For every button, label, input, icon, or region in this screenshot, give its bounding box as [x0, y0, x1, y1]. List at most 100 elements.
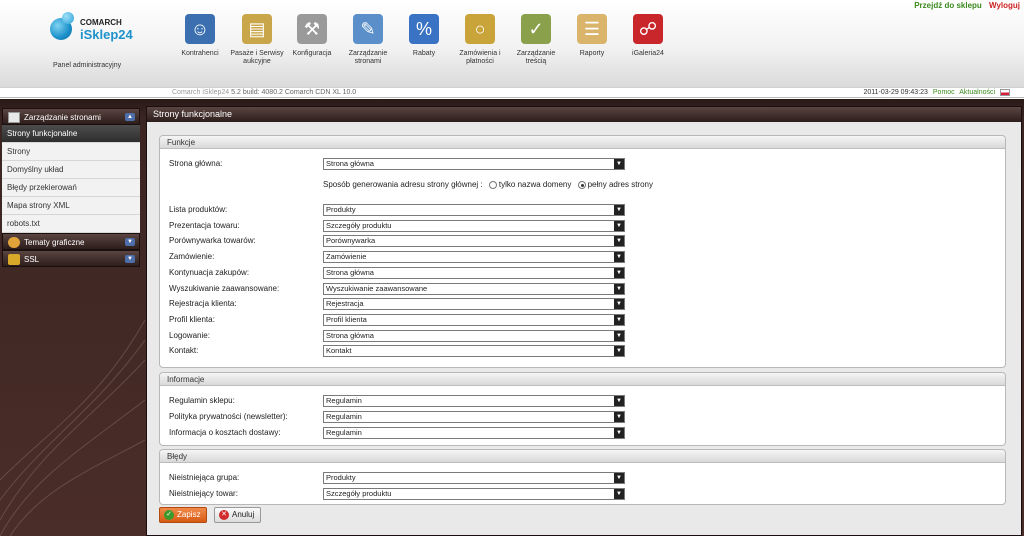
check-icon: ✓ [164, 510, 174, 520]
page-select[interactable]: Szczegóły produktu ▼ [323, 488, 625, 500]
chevron-down-icon: ▼ [614, 299, 624, 310]
sidebar-item-bledy-przekierowan[interactable]: Błędy przekierowań [2, 179, 140, 197]
price-tag-icon: % [409, 14, 439, 44]
home-page-select[interactable]: Strona główna ▼ [323, 158, 625, 170]
select-value: Regulamin [326, 428, 362, 437]
chevron-down-icon: ▼ [614, 346, 624, 357]
page-select[interactable]: Wyszukiwanie zaawansowane ▼ [323, 282, 625, 295]
field-label: Polityka prywatności (newsletter): [169, 412, 288, 421]
select-value: Kontakt [326, 346, 352, 356]
sidebar-item-strony[interactable]: Strony [2, 143, 140, 161]
page-select[interactable]: Rejestracja ▼ [323, 298, 625, 311]
nav-konfiguracja[interactable]: ⚒ Konfiguracja [282, 14, 342, 74]
chevron-down-icon: ▼ [614, 428, 624, 438]
sidebar-item-robots[interactable]: robots.txt [2, 215, 140, 233]
field-label: Regulamin sklepu: [169, 396, 235, 405]
nav-zamowienia[interactable]: ○ Zamówienia i płatności [450, 14, 510, 74]
wrench-icon: ⚒ [297, 14, 327, 44]
page-select[interactable]: Strona główna ▼ [323, 266, 625, 279]
logo-product: iSklep24 [80, 27, 133, 42]
radio-label: tylko nazwa domeny [498, 180, 572, 189]
clipboard-icon: ☰ [577, 14, 607, 44]
go-to-shop-link[interactable]: Przejdź do sklepu [914, 1, 982, 10]
nav-rabaty[interactable]: % Rabaty [394, 14, 454, 74]
logout-link[interactable]: Wyloguj [989, 1, 1020, 10]
logo[interactable]: COMARCH iSklep24 [50, 12, 140, 52]
page-select[interactable]: Profil klienta ▼ [323, 313, 625, 326]
select-value: Strona główna [326, 159, 374, 168]
url-mode-label: Sposób generowania adresu strony głównej… [323, 180, 483, 189]
cancel-button[interactable]: ✕ Anuluj [214, 507, 261, 523]
page-edit-icon: ✎ [353, 14, 383, 44]
nav-zarzadzanie-stronami[interactable]: ✎ Zarządzanie stronami [338, 14, 398, 74]
select-value: Produkty [326, 205, 356, 214]
page-select[interactable]: Porównywarka ▼ [323, 235, 625, 248]
main-panel: Strony funkcjonalne Funkcje Strona główn… [146, 106, 1022, 536]
coins-icon: ○ [465, 14, 495, 44]
page-select[interactable]: Regulamin ▼ [323, 395, 625, 407]
section-heading: Funkcje [160, 136, 1005, 149]
top-links: Przejdź do sklepu Wyloguj [914, 1, 1020, 10]
nav-label: Konfiguracja [292, 50, 332, 57]
page-select[interactable]: Kontakt ▼ [323, 345, 625, 358]
chevron-down-icon: ▼ [614, 412, 624, 422]
field-label: Logowanie: [169, 330, 210, 340]
nav-label: Zarządzanie stronami [348, 50, 388, 65]
nav-label: Rabaty [412, 50, 436, 57]
select-value: Regulamin [326, 412, 362, 421]
sidebar-item-mapa-strony[interactable]: Mapa strony XML [2, 197, 140, 215]
help-link[interactable]: Pomoc [933, 89, 955, 96]
page-select[interactable]: Strona główna ▼ [323, 329, 625, 342]
expand-icon[interactable]: ▼ [125, 255, 135, 263]
page-select[interactable]: Regulamin ▼ [323, 411, 625, 423]
nav-label: Zamówienia i płatności [459, 50, 501, 65]
language-flag-icon[interactable] [1000, 89, 1010, 96]
page-select[interactable]: Zamówienie ▼ [323, 251, 625, 264]
select-value: Rejestracja [326, 299, 364, 309]
field-label: Lista produktów: [169, 205, 228, 214]
expand-icon[interactable]: ▼ [125, 238, 135, 246]
page-edit-icon [8, 112, 20, 124]
logo-small-sphere-icon [62, 12, 74, 24]
select-value: Szczegóły produktu [326, 489, 392, 498]
radio-domain-only[interactable] [488, 180, 497, 189]
field-label: Informacja o kosztach dostawy: [169, 428, 281, 437]
nav-igaleria24[interactable]: ☍ iGaleria24 [618, 14, 678, 74]
sidebar: Zarządzanie stronami ▲ Strony funkcjonal… [2, 108, 140, 267]
select-value: Wyszukiwanie zaawansowane [326, 283, 428, 293]
sidebar-section-themes[interactable]: Tematy graficzne ▼ [2, 233, 140, 250]
folder-icon: ▤ [242, 14, 272, 44]
sidebar-section-pages[interactable]: Zarządzanie stronami ▲ [2, 108, 140, 125]
nav-label: Kontrahenci [181, 50, 219, 57]
lock-icon [8, 254, 20, 266]
chevron-down-icon: ▼ [614, 489, 624, 499]
close-icon: ✕ [219, 510, 229, 520]
nav-label: Zarządzanie treścią [516, 50, 556, 65]
sidebar-item-strony-funkcjonalne[interactable]: Strony funkcjonalne [2, 125, 140, 143]
select-value: Strona główna [326, 330, 374, 340]
page-select[interactable]: Szczegóły produktu ▼ [323, 219, 625, 232]
page-select[interactable]: Produkty ▼ [323, 472, 625, 484]
select-value: Porównywarka [326, 236, 376, 246]
nav-pasaze[interactable]: ▤ Pasaże i Serwisy aukcyjne [227, 14, 287, 74]
sidebar-section-ssl[interactable]: SSL ▼ [2, 250, 140, 267]
content-edit-icon: ✓ [521, 14, 551, 44]
chevron-down-icon: ▼ [614, 220, 624, 231]
top-header: Przejdź do sklepu Wyloguj COMARCH iSklep… [0, 0, 1024, 87]
version-info: Comarch iSklep24 5.2 build: 4080.2 Comar… [172, 89, 356, 96]
section-funkcje: Funkcje Strona główna: Strona główna ▼ S… [159, 135, 1006, 368]
section-bledy: Błędy Nieistniejąca grupa: Produkty ▼ Nieis… [159, 449, 1006, 505]
page-select[interactable]: Regulamin ▼ [323, 427, 625, 439]
nav-raporty[interactable]: ☰ Raporty [562, 14, 622, 74]
radio-full-address[interactable] [577, 180, 586, 189]
nav-kontrahenci[interactable]: ☺ Kontrahenci [170, 14, 230, 74]
save-button[interactable]: ✓ Zapisz [159, 507, 207, 523]
nav-label: Pasaże i Serwisy aukcyjne [230, 50, 284, 65]
sidebar-item-domyslny-uklad[interactable]: Domyślny układ [2, 161, 140, 179]
news-link[interactable]: Aktualności [959, 89, 995, 96]
nav-zarzadzanie-trescia[interactable]: ✓ Zarządzanie treścią [506, 14, 566, 74]
page-select[interactable]: Produkty ▼ [323, 204, 625, 216]
status-bar: Comarch iSklep24 5.2 build: 4080.2 Comar… [0, 87, 1024, 98]
page-title: Strony funkcjonalne [147, 107, 1021, 122]
collapse-icon[interactable]: ▲ [125, 113, 135, 121]
